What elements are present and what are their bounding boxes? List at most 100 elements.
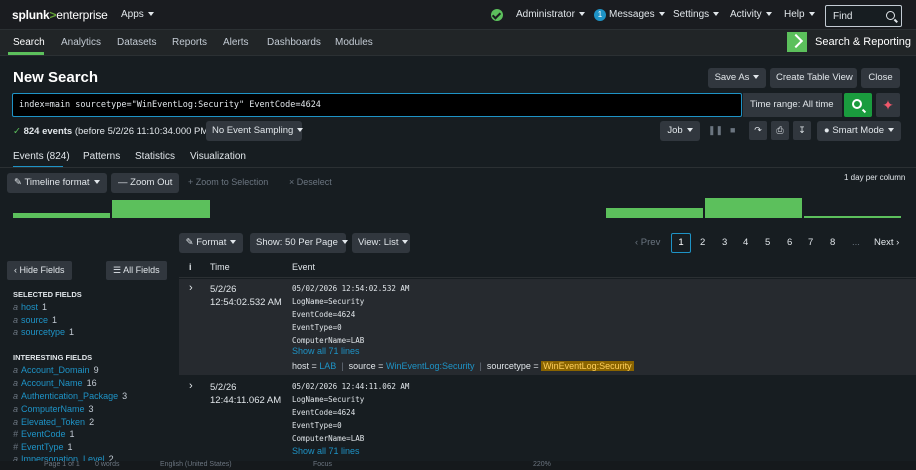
field-eventtype[interactable]: # EventType 1 bbox=[13, 442, 73, 452]
nav-datasets[interactable]: Datasets bbox=[117, 37, 156, 48]
timeline-bar[interactable] bbox=[13, 213, 110, 218]
field-type: # bbox=[13, 442, 19, 452]
field-count: 2 bbox=[89, 417, 95, 427]
activity-menu[interactable]: Activity bbox=[730, 9, 772, 20]
pause-icon[interactable]: ❚❚ bbox=[708, 125, 723, 136]
find-input[interactable]: Find bbox=[825, 5, 902, 27]
show-all-lines-link[interactable]: Show all 71 lines bbox=[292, 346, 360, 356]
save-as-button[interactable]: Save As bbox=[708, 68, 766, 88]
results-table-header bbox=[179, 256, 916, 278]
column-time[interactable]: Time bbox=[210, 262, 230, 272]
create-table-view-button[interactable]: Create Table View bbox=[770, 68, 857, 88]
stop-icon[interactable]: ■ bbox=[730, 125, 735, 135]
close-button[interactable]: Close bbox=[861, 68, 900, 88]
time-range-picker[interactable]: Time range: All time bbox=[743, 93, 842, 131]
event-raw[interactable]: 05/02/2026 12:54:02.532 AM LogName=Secur… bbox=[292, 283, 409, 348]
share-icon[interactable]: ↷ bbox=[749, 121, 767, 140]
nav-search[interactable]: Search bbox=[13, 37, 45, 48]
field-account-name[interactable]: a Account_Name 16 bbox=[13, 378, 97, 388]
logo-text: splunk bbox=[12, 8, 50, 22]
view-dropdown[interactable]: View: List bbox=[352, 233, 410, 253]
prev-page-button[interactable]: ‹ Prev bbox=[635, 237, 660, 248]
field-host[interactable]: a host 1 bbox=[13, 302, 47, 312]
page-4-button[interactable]: 4 bbox=[743, 237, 748, 248]
page-1-button[interactable]: 1 bbox=[671, 233, 691, 253]
field-elevated-token[interactable]: a Elevated_Token 2 bbox=[13, 417, 94, 427]
page-8-button[interactable]: 8 bbox=[830, 237, 835, 248]
sourcetype-value[interactable]: WinEventLog:Security bbox=[541, 361, 634, 371]
nav-modules[interactable]: Modules bbox=[335, 37, 373, 48]
per-page-dropdown[interactable]: Show: 50 Per Page bbox=[250, 233, 348, 253]
apps-menu[interactable]: Apps bbox=[121, 9, 154, 20]
event-line: 05/02/2026 12:54:02.532 AM bbox=[292, 284, 410, 293]
tab-patterns[interactable]: Patterns bbox=[83, 151, 120, 162]
user-menu[interactable]: Administrator bbox=[516, 9, 585, 20]
app-title: Search & Reporting bbox=[815, 36, 911, 48]
search-mode-menu[interactable]: ● Smart Mode bbox=[817, 121, 901, 141]
timeline-bar[interactable] bbox=[804, 216, 901, 218]
nav-analytics[interactable]: Analytics bbox=[61, 37, 101, 48]
page-7-button[interactable]: 7 bbox=[808, 237, 813, 248]
messages-menu[interactable]: Messages bbox=[609, 9, 665, 20]
field-sourcetype[interactable]: a sourcetype 1 bbox=[13, 327, 74, 337]
timeline-bar[interactable] bbox=[112, 200, 210, 218]
nav-reports[interactable]: Reports bbox=[172, 37, 207, 48]
nav-alerts[interactable]: Alerts bbox=[223, 37, 249, 48]
event-field-summary: host = LAB | source = WinEventLog:Security… bbox=[292, 361, 634, 371]
event-time[interactable]: 5/2/26 12:44:11.062 AM bbox=[210, 381, 281, 407]
column-event[interactable]: Event bbox=[292, 262, 315, 272]
job-label: Job bbox=[667, 125, 683, 136]
zoom-out-button[interactable]: — Zoom Out bbox=[111, 173, 180, 193]
messages-badge[interactable]: 1 bbox=[594, 9, 606, 21]
print-icon[interactable]: ⎙ bbox=[771, 121, 789, 140]
nav-dashboards[interactable]: Dashboards bbox=[267, 37, 321, 48]
health-ok-icon[interactable] bbox=[491, 9, 503, 21]
splunk-logo[interactable]: splunk>enterprise bbox=[12, 8, 108, 22]
show-all-lines-link[interactable]: Show all 71 lines bbox=[292, 446, 360, 456]
host-value[interactable]: LAB bbox=[319, 361, 336, 371]
timeline-format-button[interactable]: ✎ Timeline format bbox=[7, 173, 107, 193]
focus-button[interactable]: Focus bbox=[313, 461, 332, 468]
page-6-button[interactable]: 6 bbox=[787, 237, 792, 248]
page-5-button[interactable]: 5 bbox=[765, 237, 770, 248]
find-placeholder: Find bbox=[833, 11, 853, 22]
field-count: 3 bbox=[122, 391, 128, 401]
event-time[interactable]: 5/2/26 12:54:02.532 AM bbox=[210, 283, 282, 309]
field-eventcode[interactable]: # EventCode 1 bbox=[13, 429, 75, 439]
tab-statistics[interactable]: Statistics bbox=[135, 151, 175, 162]
tab-visualization[interactable]: Visualization bbox=[190, 151, 246, 162]
search-mode-label: Smart Mode bbox=[832, 125, 885, 136]
field-type: a bbox=[13, 378, 19, 388]
timeline-bar[interactable] bbox=[705, 198, 802, 218]
source-value[interactable]: WinEventLog:Security bbox=[386, 361, 475, 371]
export-icon[interactable]: ↧ bbox=[793, 121, 811, 140]
event-sampling-dropdown[interactable]: No Event Sampling bbox=[206, 121, 304, 141]
page-3-button[interactable]: 3 bbox=[722, 237, 727, 248]
help-menu[interactable]: Help bbox=[784, 9, 815, 20]
timeline-bar[interactable] bbox=[606, 208, 703, 218]
zoom-to-selection-button[interactable]: + Zoom to Selection bbox=[188, 177, 268, 187]
run-search-button[interactable] bbox=[844, 93, 872, 117]
expand-row-icon[interactable]: › bbox=[189, 282, 193, 294]
field-name: Account_Domain bbox=[21, 365, 90, 375]
event-raw[interactable]: 05/02/2026 12:44:11.062 AM LogName=Secur… bbox=[292, 381, 409, 446]
job-menu[interactable]: Job bbox=[660, 121, 700, 141]
deselect-button[interactable]: × Deselect bbox=[289, 177, 332, 187]
all-fields-button[interactable]: ☰ All Fields bbox=[106, 261, 167, 280]
field-authentication-package[interactable]: a Authentication_Package 3 bbox=[13, 391, 127, 401]
field-computername[interactable]: a ComputerName 3 bbox=[13, 404, 94, 414]
chevron-down-icon bbox=[578, 12, 585, 17]
format-button[interactable]: ✎ Format bbox=[179, 233, 243, 253]
hide-fields-button[interactable]: ‹ Hide Fields bbox=[7, 261, 72, 280]
field-name: host bbox=[21, 302, 39, 312]
field-source[interactable]: a source 1 bbox=[13, 315, 57, 325]
tab-events[interactable]: Events (824) bbox=[13, 151, 70, 162]
page-2-button[interactable]: 2 bbox=[700, 237, 705, 248]
next-page-button[interactable]: Next › bbox=[874, 237, 899, 248]
sourcetype-label: sourcetype = bbox=[486, 361, 539, 371]
field-account-domain[interactable]: a Account_Domain 9 bbox=[13, 365, 99, 375]
settings-menu[interactable]: Settings bbox=[673, 9, 720, 20]
search-input[interactable]: index=main sourcetype="WinEventLog:Secur… bbox=[12, 93, 742, 117]
ai-assistant-button[interactable]: ✦ bbox=[876, 93, 900, 117]
expand-row-icon[interactable]: › bbox=[189, 380, 193, 392]
